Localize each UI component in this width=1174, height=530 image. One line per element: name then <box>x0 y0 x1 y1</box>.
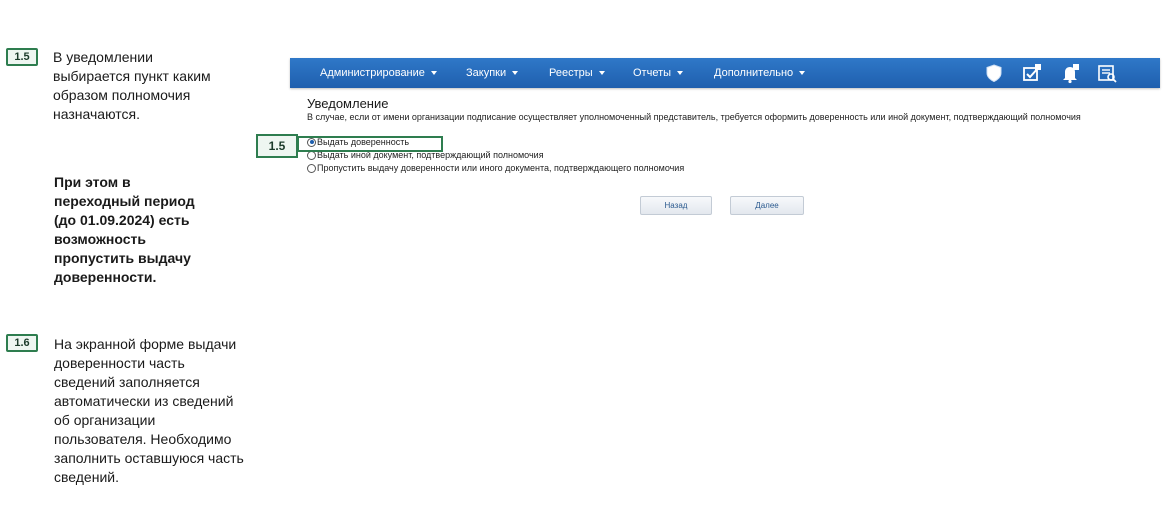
note-line: (до 01.09.2024) есть <box>54 212 190 228</box>
back-button[interactable]: Назад <box>640 196 712 215</box>
instruction-line: назначаются. <box>53 106 140 122</box>
instruction-line: заполнить оставшуюся часть <box>54 450 244 466</box>
notifications-icon[interactable] <box>1059 62 1081 84</box>
reports-icon[interactable] <box>1096 62 1118 84</box>
step-badge-1-6: 1.6 <box>6 334 38 352</box>
top-navigation-bar: Администрирование Закупки Реестры Отчеты… <box>290 58 1160 88</box>
menu-reports[interactable]: Отчеты <box>633 58 684 88</box>
note-line: При этом в <box>54 174 131 190</box>
chevron-down-icon <box>430 71 437 76</box>
menu-label: Закупки <box>466 67 507 79</box>
instruction-line: сведений заполняется <box>54 374 200 390</box>
notice-description: В случае, если от имени организации подп… <box>307 112 1081 122</box>
menu-label: Дополнительно <box>714 67 794 79</box>
instruction-line: На экранной форме выдачи <box>54 336 237 352</box>
note-line: переходный период <box>54 193 195 209</box>
chevron-down-icon <box>598 71 605 76</box>
option-label: Пропустить выдачу доверенности или иного… <box>317 163 685 173</box>
next-button[interactable]: Далее <box>730 196 804 215</box>
instruction-line: образом полномочия <box>53 87 191 103</box>
step-badge-inline-1-5: 1.5 <box>256 134 298 158</box>
menu-purchases[interactable]: Закупки <box>466 58 519 88</box>
instruction-line: выбирается пункт каким <box>53 68 211 84</box>
shield-icon[interactable] <box>983 62 1005 84</box>
menu-registries[interactable]: Реестры <box>549 58 605 88</box>
chevron-down-icon <box>512 71 519 76</box>
instruction-line: автоматически из сведений <box>54 393 234 409</box>
radio-button[interactable] <box>307 163 316 173</box>
selected-option-highlight <box>297 136 443 152</box>
chevron-down-icon <box>799 71 806 76</box>
instruction-line: В уведомлении <box>53 49 153 65</box>
menu-additional[interactable]: Дополнительно <box>714 58 806 88</box>
instruction-text-1-5: В уведомлении выбирается пункт каким обр… <box>53 48 211 124</box>
instruction-line: пользователя. Необходимо <box>54 431 232 447</box>
instruction-line: об организации <box>54 412 156 428</box>
menu-label: Реестры <box>549 67 593 79</box>
note-line: возможность <box>54 231 146 247</box>
instruction-line: доверенности часть <box>54 355 185 371</box>
instruction-text-1-6: На экранной форме выдачи доверенности ча… <box>54 335 244 487</box>
note-line: доверенности. <box>54 269 157 285</box>
instruction-line: сведений. <box>54 469 119 485</box>
menu-administration[interactable]: Администрирование <box>320 58 437 88</box>
tasks-icon[interactable] <box>1021 62 1043 84</box>
step-badge-1-5: 1.5 <box>6 48 38 66</box>
menu-label: Отчеты <box>633 67 672 79</box>
transition-note: При этом в переходный период (до 01.09.2… <box>54 173 226 287</box>
chevron-down-icon <box>677 71 684 76</box>
option-skip-issuance[interactable]: Пропустить выдачу доверенности или иного… <box>307 162 684 174</box>
note-line: пропустить выдачу <box>54 250 191 266</box>
menu-label: Администрирование <box>320 67 425 79</box>
page-title: Уведомление <box>307 96 389 111</box>
